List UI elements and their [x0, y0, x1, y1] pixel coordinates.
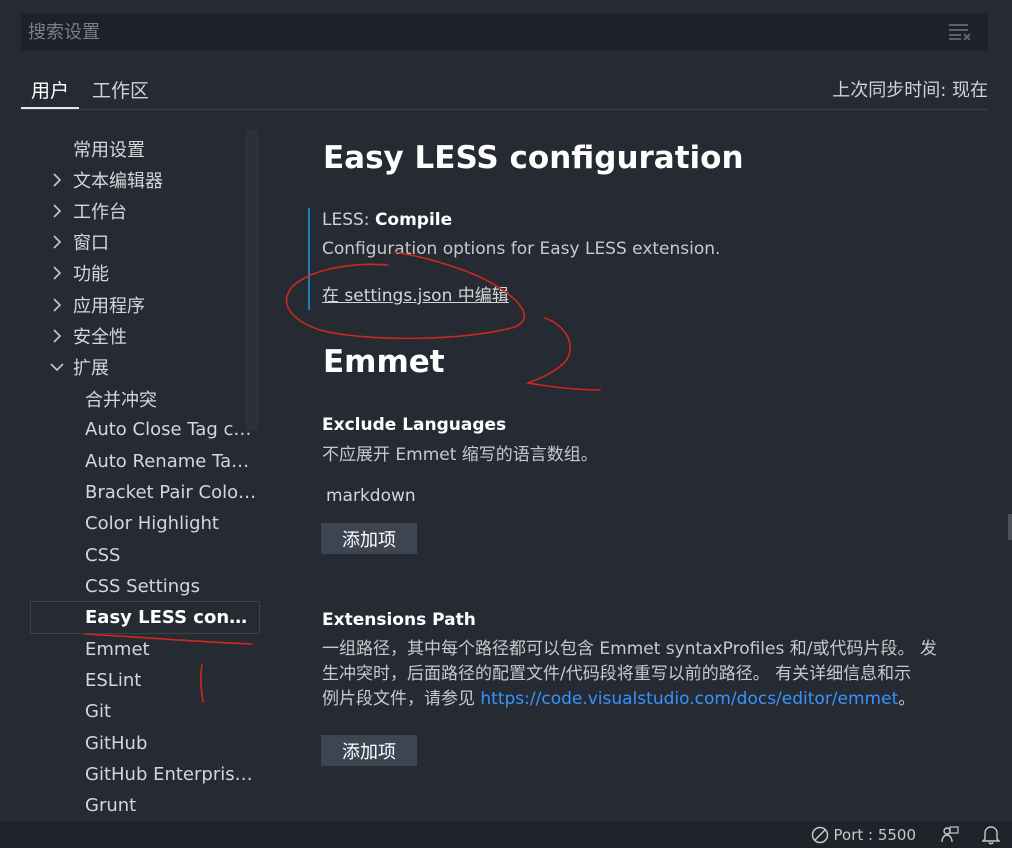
settings-toc-tree: 常用设置 文本编辑器 工作台 窗口 功能 应用程序 安全性 扩展 合并冲突 Au… [0, 130, 260, 820]
toc-item-application[interactable]: 应用程序 [0, 289, 258, 320]
tab-workspace[interactable]: 工作区 [92, 76, 149, 103]
toc-item-label: GitHub Enterprise ... [85, 764, 257, 785]
settings-scope-tabs: 用户 工作区 上次同步时间: 现在 [21, 70, 988, 110]
port-label: Port : 5500 [833, 826, 917, 844]
chevron-right-icon [53, 328, 62, 343]
toc-item-label: ESLint [85, 670, 142, 691]
setting-title-less-compile: LESS: Compile [322, 210, 452, 230]
toc-ext-bracket-pair[interactable]: Bracket Pair Coloriz... [0, 477, 258, 508]
toc-item-window[interactable]: 窗口 [0, 226, 258, 257]
focused-setting-indicator [308, 208, 310, 310]
chevron-down-icon [50, 362, 64, 371]
settings-search-input[interactable] [28, 21, 928, 43]
circle-slash-icon [811, 826, 828, 844]
clear-filter-icon[interactable] [948, 23, 972, 41]
setting-description: 不应展开 Emmet 缩写的语言数组。 [322, 445, 598, 465]
live-server-port[interactable]: Port : 5500 [811, 826, 917, 844]
toc-item-label: Git [85, 701, 112, 722]
toc-item-label: GitHub [85, 733, 148, 754]
chevron-right-icon [53, 172, 62, 187]
toc-ext-auto-close-tag[interactable]: Auto Close Tag con... [0, 414, 258, 445]
add-item-button[interactable]: 添加项 [321, 523, 417, 554]
desc-line: 生冲突时，后面路径的配置文件/代码段将重写以前的路径。 有关详细信息和示 [322, 664, 912, 684]
toc-item-label: 扩展 [73, 357, 109, 379]
toc-ext-github[interactable]: GitHub [0, 728, 258, 759]
setting-title-exclude-languages: Exclude Languages [322, 415, 507, 435]
chevron-right-icon [53, 234, 62, 249]
desc-line: 例片段文件，请参见 https://code.visualstudio.com/… [322, 687, 972, 712]
toc-item-extensions[interactable]: 扩展 [0, 351, 258, 382]
toc-item-common[interactable]: 常用设置 [0, 133, 258, 164]
toc-ext-grunt[interactable]: Grunt [0, 790, 258, 821]
toc-item-label: 合并冲突 [85, 389, 157, 411]
toc-item-label: Easy LESS configu... [85, 607, 257, 628]
toc-ext-eslint[interactable]: ESLint [0, 665, 258, 696]
toc-ext-css[interactable]: CSS [0, 540, 258, 571]
toc-item-label: Auto Close Tag con... [85, 419, 257, 440]
toc-ext-git[interactable]: Git [0, 696, 258, 727]
toc-item-security[interactable]: 安全性 [0, 320, 258, 351]
toc-item-label: 文本编辑器 [73, 170, 163, 192]
chevron-right-icon [53, 265, 62, 280]
toc-ext-emmet[interactable]: Emmet [0, 634, 258, 665]
toc-ext-color-highlight[interactable]: Color Highlight [0, 508, 258, 539]
toc-ext-css-settings[interactable]: CSS Settings [0, 571, 258, 602]
toc-item-features[interactable]: 功能 [0, 257, 258, 288]
toc-item-label: 常用设置 [73, 139, 145, 161]
desc-text: 例片段文件，请参见 [322, 689, 481, 709]
toc-ext-easy-less[interactable]: Easy LESS configu... [30, 601, 260, 634]
editor-scrollbar-thumb[interactable] [1008, 514, 1012, 540]
add-item-button[interactable]: 添加项 [321, 735, 417, 766]
sync-status: 上次同步时间: 现在 [832, 80, 988, 101]
feedback-icon[interactable] [940, 825, 960, 845]
toc-item-label: Bracket Pair Coloriz... [85, 482, 257, 503]
emmet-docs-link[interactable]: https://code.visualstudio.com/docs/edito… [480, 689, 898, 709]
toc-item-label: 安全性 [73, 326, 127, 348]
settings-search-bar [21, 14, 988, 50]
toc-item-label: CSS [85, 545, 121, 566]
desc-line: 一组路径，其中每个路径都可以包含 Emmet syntaxProfiles 和/… [322, 639, 937, 659]
toc-item-label: CSS Settings [85, 576, 200, 597]
toc-ext-github-enterprise[interactable]: GitHub Enterprise ... [0, 759, 258, 790]
setting-category: LESS: [322, 210, 375, 230]
toc-item-text-editor[interactable]: 文本编辑器 [0, 164, 258, 195]
toc-item-label: Grunt [85, 795, 137, 816]
setting-description: Configuration options for Easy LESS exte… [322, 239, 721, 259]
toc-ext-merge-conflict[interactable]: 合并冲突 [0, 383, 258, 414]
active-tab-indicator [21, 107, 79, 109]
chevron-right-icon [53, 203, 62, 218]
toc-ext-auto-rename-tag[interactable]: Auto Rename Tag c... [0, 446, 258, 477]
setting-name: Compile [374, 210, 453, 230]
notification-bell-icon[interactable] [982, 825, 1000, 845]
toc-item-label: Emmet [85, 639, 150, 660]
section-title-emmet: Emmet [323, 344, 445, 380]
status-bar: Port : 5500 [0, 821, 1012, 848]
tab-user[interactable]: 用户 [31, 76, 69, 103]
edit-in-settings-json-link[interactable]: 在 settings.json 中编辑 [322, 281, 509, 306]
list-item-value[interactable]: markdown [326, 486, 416, 506]
toc-item-label: Auto Rename Tag c... [85, 451, 257, 472]
toc-item-label: 功能 [73, 263, 109, 285]
desc-text: 。 [898, 689, 916, 709]
section-title-easy-less: Easy LESS configuration [323, 140, 744, 176]
setting-title-extensions-path: Extensions Path [322, 610, 476, 630]
settings-content: Easy LESS configuration LESS: Compile Co… [300, 130, 1000, 820]
toc-item-label: 工作台 [73, 201, 127, 223]
chevron-right-icon [53, 297, 62, 312]
toc-item-label: 窗口 [73, 232, 109, 254]
toc-item-workbench[interactable]: 工作台 [0, 195, 258, 226]
toc-item-label: 应用程序 [73, 295, 145, 317]
toc-item-label: Color Highlight [85, 513, 219, 534]
setting-description: 一组路径，其中每个路径都可以包含 Emmet syntaxProfiles 和/… [322, 637, 972, 712]
